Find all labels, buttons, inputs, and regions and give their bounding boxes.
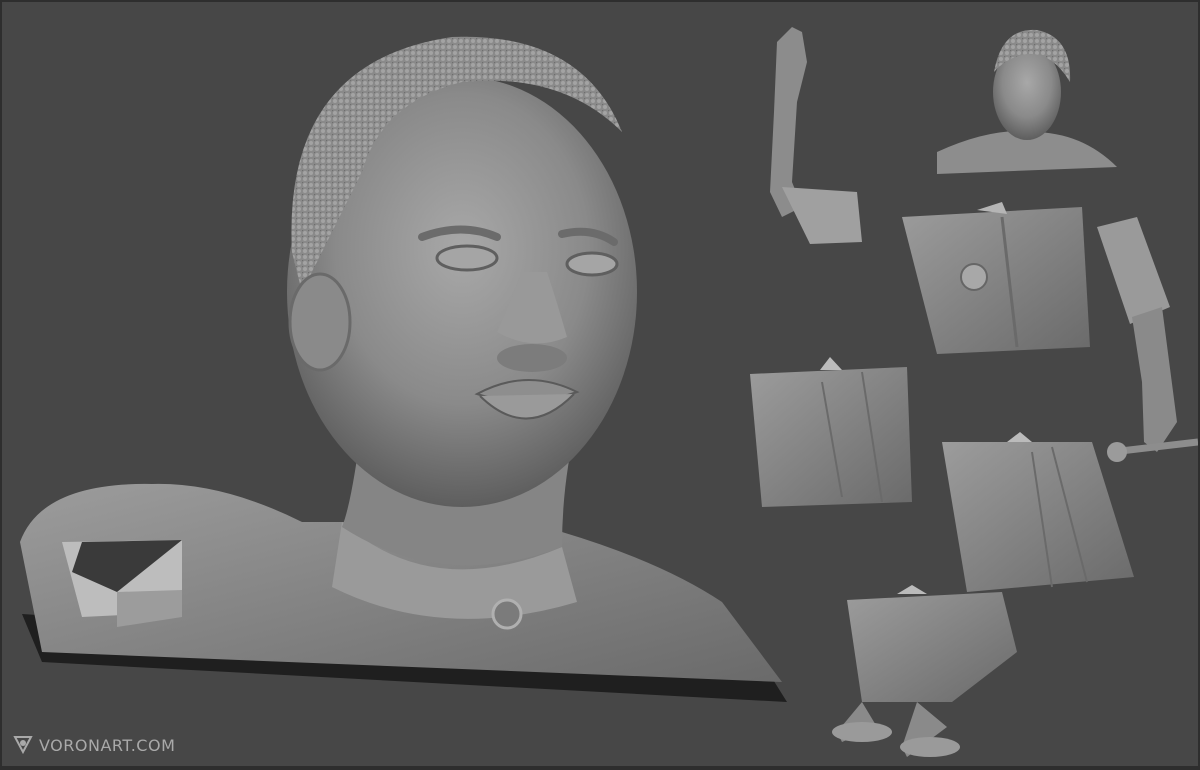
legs-piece	[832, 585, 1017, 757]
small-bust-piece	[937, 29, 1117, 174]
staff-arm-piece	[1107, 307, 1198, 462]
left-eye	[435, 244, 499, 272]
robe-drape-piece	[750, 357, 912, 507]
button	[491, 598, 523, 630]
sculpt-scene	[20, 27, 1198, 757]
lower-robe-piece	[942, 432, 1134, 592]
mustache	[497, 344, 567, 372]
ear	[288, 272, 352, 372]
right-eye	[565, 251, 619, 277]
viewport-canvas: VORONART.COM	[2, 2, 1198, 766]
raised-arm-piece	[770, 27, 862, 244]
watermark: VORONART.COM	[12, 734, 175, 756]
watermark-text: VORONART.COM	[39, 735, 176, 755]
main-bust	[20, 36, 782, 682]
voronart-logo-icon	[13, 736, 33, 755]
torso-robe-piece	[902, 202, 1170, 354]
